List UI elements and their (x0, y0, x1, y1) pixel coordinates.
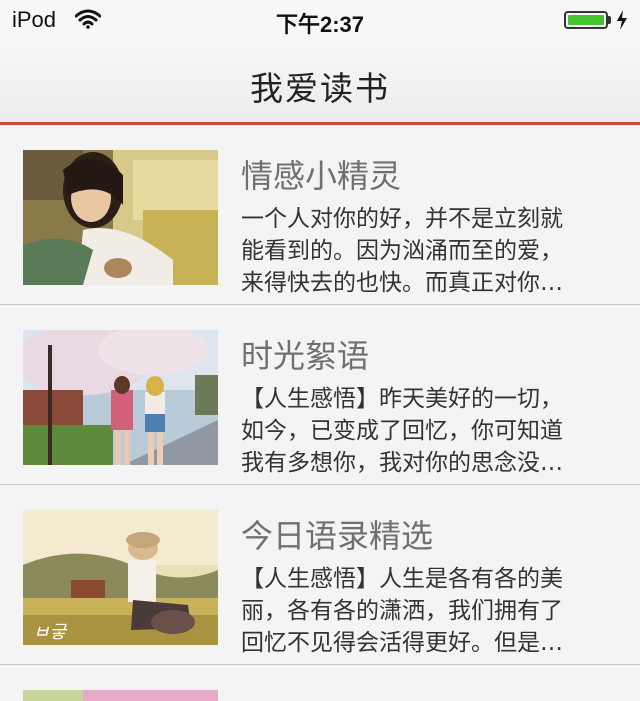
article-summary-line: 【人生感悟】人生是各有各的美 (241, 566, 563, 592)
article-summary-line: 能看到的。因为汹涌而至的爱， (241, 238, 563, 264)
status-bar: iPod 下午2:37 (0, 0, 640, 40)
list-item[interactable]: ㅂ긓 今日语录精选 【人生感悟】人生是各有各的美 丽，各有各的潇洒，我们拥有了 … (0, 485, 640, 665)
svg-text:ㅂ긓: ㅂ긓 (33, 622, 68, 643)
article-summary: 【人生感悟】昨天美好的一切， 如今，已变成了回忆，你可知道 我有多想你，我对你的… (241, 383, 613, 479)
battery-icon (564, 11, 608, 29)
article-title: 今日语录精选 (241, 517, 434, 555)
article-summary-line: 我有多想你，我对你的思念没… (241, 450, 563, 476)
article-summary: 【人生感悟】人生是各有各的美 丽，各有各的潇洒，我们拥有了 回忆不见得会活得更好… (241, 563, 613, 659)
article-summary-line: 丽，各有各的潇洒，我们拥有了 (241, 598, 563, 624)
article-summary-line: 来得快去的也快。而真正对你… (241, 270, 563, 296)
navigation-bar: 我爱读书 (0, 40, 640, 125)
article-thumbnail (23, 150, 218, 285)
list-item[interactable]: 时光絮语 【人生感悟】昨天美好的一切， 如今，已变成了回忆，你可知道 我有多想你… (0, 305, 640, 485)
article-title: 时光絮语 (241, 337, 370, 375)
article-summary-line: 一个人对你的好，并不是立刻就 (241, 206, 563, 232)
list-item[interactable] (0, 665, 640, 701)
article-thumbnail: ㅂ긓 (23, 510, 218, 645)
battery-level (568, 15, 604, 25)
list-item[interactable]: 情感小精灵 一个人对你的好，并不是立刻就 能看到的。因为汹涌而至的爱， 来得快去… (0, 125, 640, 305)
article-summary: 一个人对你的好，并不是立刻就 能看到的。因为汹涌而至的爱， 来得快去的也快。而真… (241, 203, 613, 299)
article-thumbnail (23, 690, 218, 701)
battery-tip (608, 16, 611, 24)
clock: 下午2:37 (275, 12, 365, 37)
article-summary-line: 如今，已变成了回忆，你可知道 (241, 418, 563, 444)
article-thumbnail (23, 330, 218, 465)
page-title: 我爱读书 (250, 69, 390, 108)
phone-screen: iPod 下午2:37 我爱读书 情感小精灵 一个人对你的好，并不是立刻就 能看… (0, 0, 640, 701)
article-title: 情感小精灵 (241, 157, 402, 195)
article-summary-line: 回忆不见得会活得更好。但是… (241, 630, 563, 656)
charging-bolt-icon (617, 10, 627, 30)
article-list[interactable]: 情感小精灵 一个人对你的好，并不是立刻就 能看到的。因为汹涌而至的爱， 来得快去… (0, 125, 640, 701)
article-summary-line: 【人生感悟】昨天美好的一切， (241, 386, 563, 412)
